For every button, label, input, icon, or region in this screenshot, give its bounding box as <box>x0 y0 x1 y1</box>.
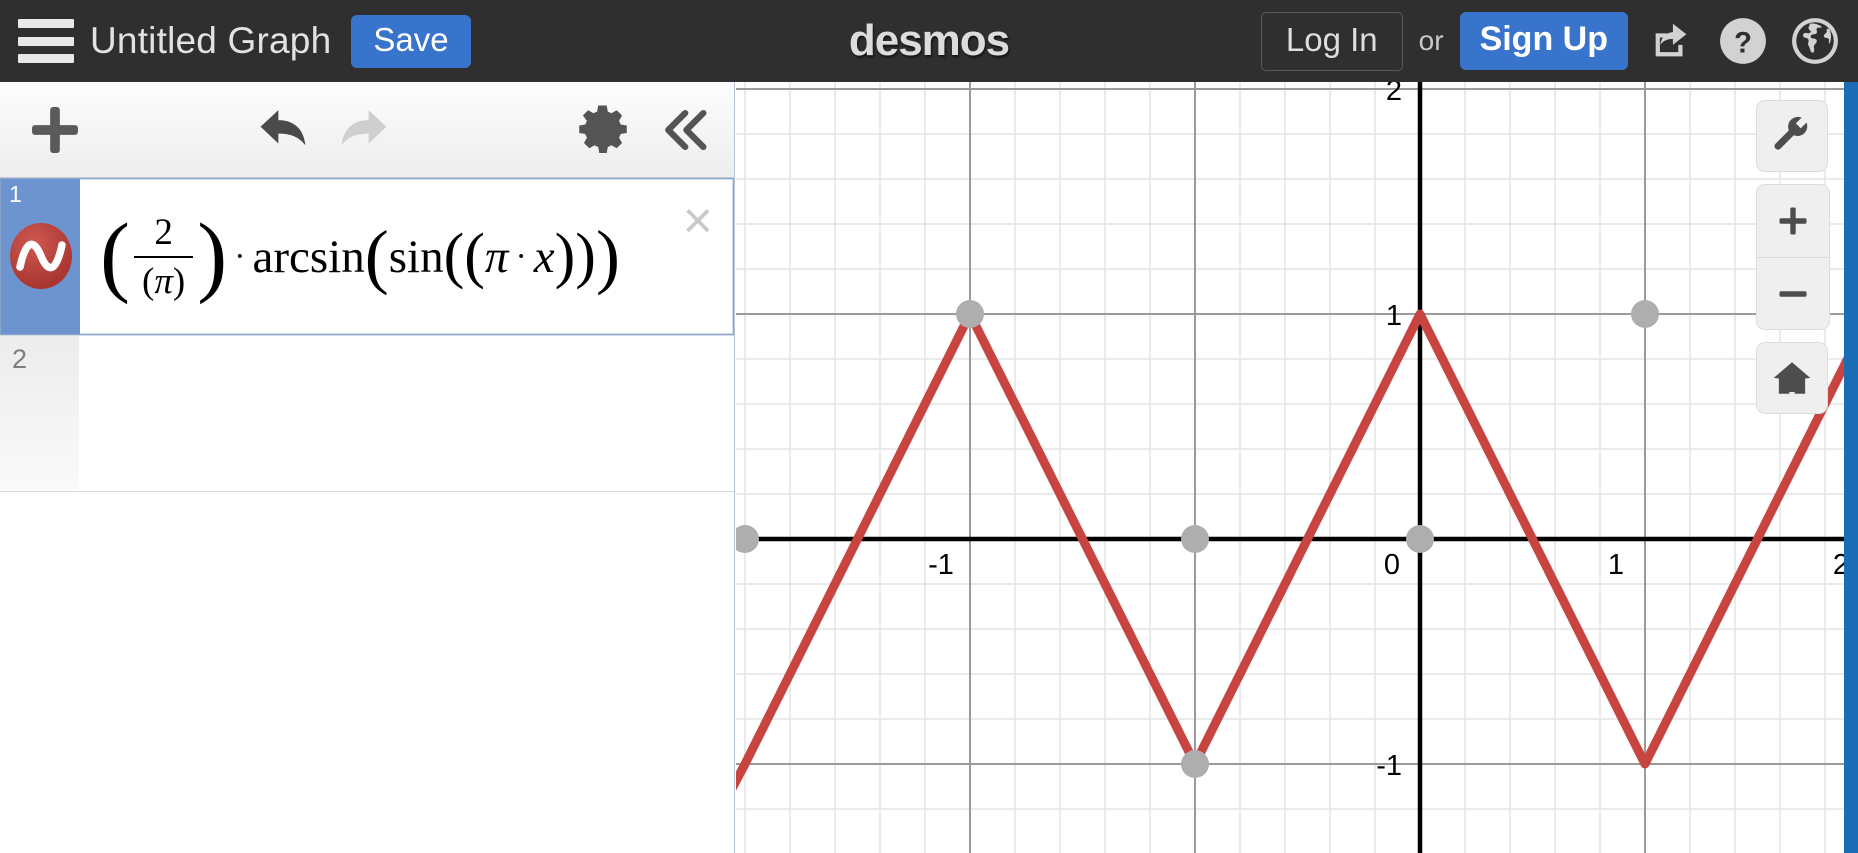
collapse-panel-icon[interactable] <box>652 98 716 162</box>
math-variable-x: x <box>533 230 555 283</box>
hamburger-bar <box>18 36 74 46</box>
graph-canvas[interactable]: -2 -1 0 1 2 2 1 -1 <box>736 82 1858 853</box>
zoom-out-button[interactable] <box>1757 257 1829 329</box>
x-tick-label--1: -1 <box>928 549 954 581</box>
math-inner-multiply-dot: · <box>515 237 527 275</box>
y-tick-label--1: -1 <box>1376 750 1402 782</box>
expression-math-1: ( 2 (π) ) · arcsin ( sin ( ( π · x))) <box>100 211 620 303</box>
share-icon[interactable] <box>1642 12 1700 70</box>
add-expression-icon[interactable] <box>22 97 88 163</box>
svg-text:?: ? <box>1734 27 1752 59</box>
math-inner-pi: π <box>484 230 509 283</box>
home-button[interactable] <box>1756 342 1828 414</box>
math-den-close-paren: ) <box>172 260 186 302</box>
expression-index-2: 2 <box>12 344 28 374</box>
delete-expression-icon[interactable]: × <box>683 195 713 247</box>
expression-row-1[interactable]: 1 ( 2 (π) ) · arcsin (sin ((π · x))… <box>0 178 734 335</box>
desmos-calculator-app: Untitled Graph Save desmos Log In or Sig… <box>0 0 1858 853</box>
math-inner-open-paren: ( <box>464 222 485 291</box>
gear-icon[interactable] <box>572 99 634 161</box>
expression-gutter-1[interactable]: 1 <box>1 179 80 334</box>
math-sin-open-paren: ( <box>443 222 465 291</box>
x-tick-label-1: 1 <box>1608 549 1624 581</box>
hamburger-menu-icon[interactable] <box>18 19 74 63</box>
expression-input-1[interactable]: ( 2 (π) ) · arcsin ( sin ( ( π · x)))… <box>80 179 733 334</box>
math-den-open-paren: ( <box>141 260 155 302</box>
math-inner-close-paren: ) <box>554 222 576 291</box>
expression-index-1: 1 <box>9 181 22 207</box>
y-tick-label-1: 1 <box>1386 300 1402 332</box>
math-sin-close-paren: ) <box>575 222 596 291</box>
language-globe-icon[interactable] <box>1786 12 1844 70</box>
math-arcsin-open-paren: ( <box>364 215 389 296</box>
expression-list: 1 ( 2 (π) ) · arcsin (sin ((π · x))… <box>0 178 734 492</box>
hamburger-bar <box>18 54 74 63</box>
expression-row-2[interactable]: 2 <box>0 335 734 492</box>
desmos-logo: desmos <box>848 16 1010 65</box>
graph-svg: -2 -1 0 1 2 2 1 -1 <box>736 82 1858 853</box>
math-fraction-bar <box>133 255 194 258</box>
hamburger-bar <box>18 19 74 28</box>
tools-wrench-button[interactable] <box>1756 100 1828 172</box>
help-icon[interactable]: ? <box>1714 12 1772 70</box>
math-fraction: 2 (π) <box>133 211 194 303</box>
redo-icon[interactable] <box>325 97 397 163</box>
math-pi-symbol: π <box>154 260 173 302</box>
save-button[interactable]: Save <box>351 14 471 68</box>
signup-button[interactable]: Sign Up <box>1459 12 1628 70</box>
math-arcsin-close-paren: ) <box>595 215 620 296</box>
math-multiply-dot: · <box>234 237 246 275</box>
undo-icon[interactable] <box>250 97 322 163</box>
graph-controls <box>1756 100 1830 414</box>
header-actions: Log In or Sign Up ? <box>1260 11 1844 71</box>
minor-gridlines <box>736 82 1858 853</box>
x-tick-label-0: 0 <box>1384 549 1400 581</box>
expression-panel: 1 ( 2 (π) ) · arcsin (sin ((π · x))… <box>0 82 735 853</box>
math-close-paren: ) <box>197 206 228 306</box>
zoom-controls <box>1756 184 1830 330</box>
math-numerator: 2 <box>154 211 173 253</box>
zoom-in-button[interactable] <box>1757 185 1829 257</box>
math-open-paren: ( <box>100 206 130 306</box>
math-denominator: (π) <box>134 260 193 303</box>
expression-gutter-2[interactable]: 2 <box>0 336 79 491</box>
or-label: or <box>1418 25 1444 56</box>
graph-vertical-scrollbar[interactable] <box>1844 82 1858 853</box>
login-button[interactable]: Log In <box>1260 11 1403 71</box>
expression-input-2[interactable] <box>79 336 734 491</box>
sine-wave-icon[interactable] <box>9 223 72 289</box>
expression-toolbar <box>0 82 734 178</box>
app-header: Untitled Graph Save desmos Log In or Sig… <box>0 0 1858 82</box>
math-arcsin-label: arcsin <box>252 230 365 283</box>
graph-title[interactable]: Untitled Graph <box>90 20 331 62</box>
y-tick-label-2: 2 <box>1386 82 1402 107</box>
math-sin-label: sin <box>388 230 444 283</box>
